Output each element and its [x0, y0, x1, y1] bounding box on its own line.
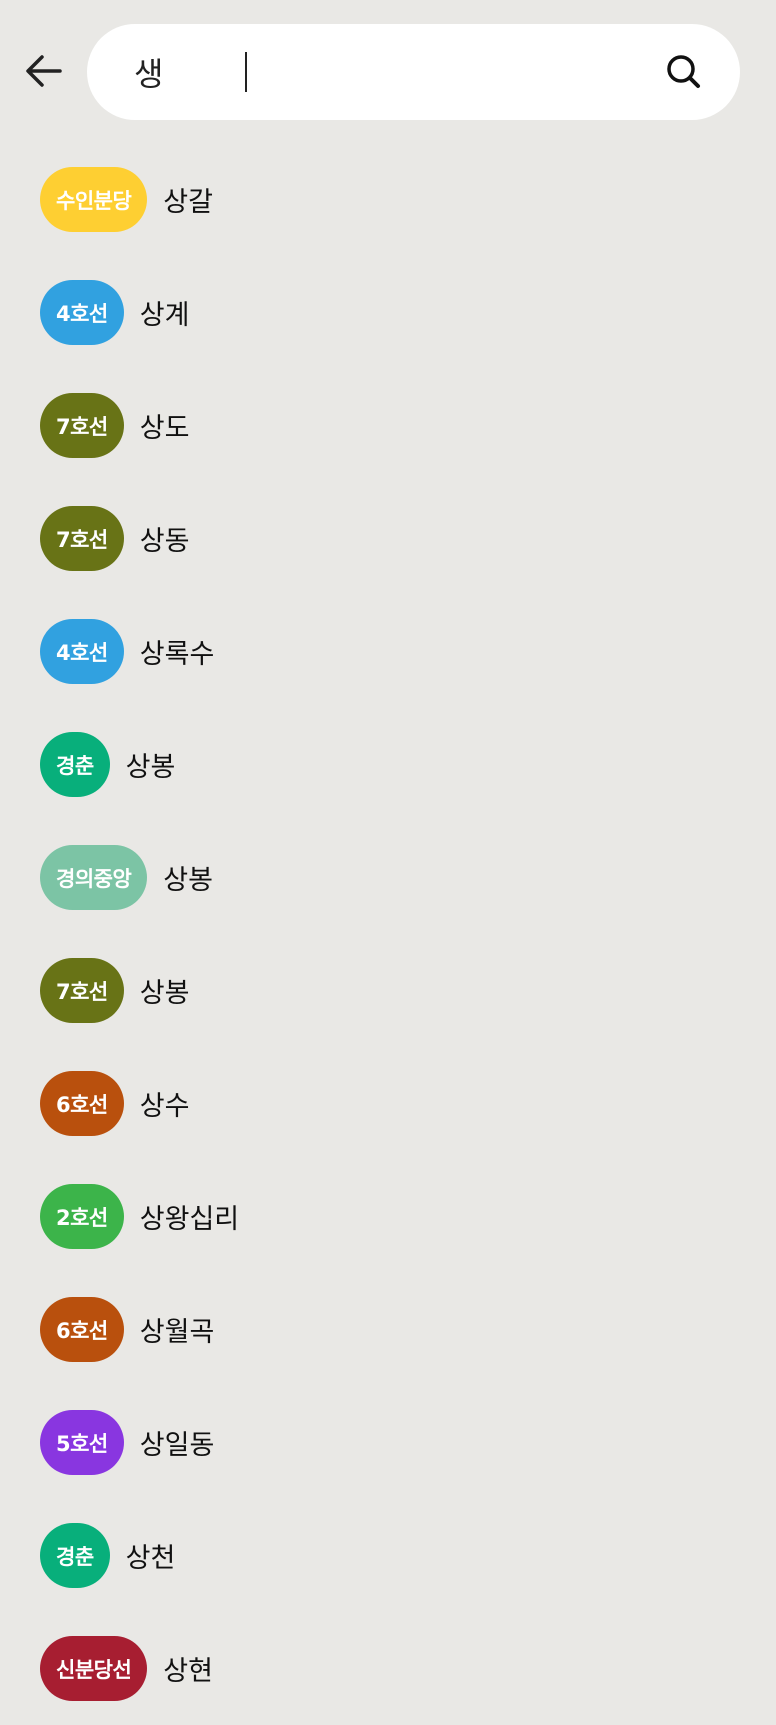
line-badge: 수인분당	[40, 167, 148, 232]
line-badge: 6호선	[40, 1071, 124, 1136]
station-name: 상현	[163, 1656, 213, 1687]
station-name: 상계	[139, 300, 190, 331]
station-result-item[interactable]: 수인분당 상갈	[0, 143, 776, 256]
station-result-item[interactable]: 4호선 상록수	[0, 595, 776, 708]
station-result-item[interactable]: 경춘 상봉	[0, 708, 776, 821]
line-badge: 7호선	[40, 393, 124, 458]
station-name: 상록수	[139, 639, 215, 670]
station-name: 상도	[139, 413, 190, 444]
search-header	[0, 0, 776, 130]
station-name: 상수	[139, 1091, 190, 1122]
station-result-item[interactable]: 신분당선 상현	[0, 1612, 776, 1725]
station-name: 상일동	[139, 1430, 215, 1461]
station-result-item[interactable]: 6호선 상수	[0, 1047, 776, 1160]
search-input[interactable]	[134, 44, 614, 100]
line-badge: 경춘	[40, 732, 110, 797]
station-result-item[interactable]: 7호선 상도	[0, 369, 776, 482]
station-name: 상천	[125, 1543, 176, 1574]
station-name: 상봉	[163, 865, 213, 896]
line-badge: 7호선	[40, 958, 124, 1023]
arrow-left-icon	[26, 55, 62, 87]
line-badge: 경의중앙	[40, 845, 148, 910]
line-badge: 5호선	[40, 1410, 124, 1475]
line-badge: 2호선	[40, 1184, 124, 1249]
station-result-item[interactable]: 7호선 상동	[0, 482, 776, 595]
station-result-item[interactable]: 4호선 상계	[0, 256, 776, 369]
station-result-item[interactable]: 2호선 상왕십리	[0, 1160, 776, 1273]
search-icon[interactable]	[664, 52, 704, 92]
station-result-item[interactable]: 경춘 상천	[0, 1499, 776, 1612]
search-box[interactable]	[87, 24, 740, 120]
line-badge: 신분당선	[40, 1636, 148, 1701]
back-button[interactable]	[20, 47, 68, 95]
station-result-item[interactable]: 경의중앙 상봉	[0, 821, 776, 934]
station-result-item[interactable]: 5호선 상일동	[0, 1386, 776, 1499]
station-name: 상봉	[125, 752, 176, 783]
station-name: 상월곡	[139, 1317, 215, 1348]
line-badge: 4호선	[40, 280, 124, 345]
line-badge: 7호선	[40, 506, 124, 571]
station-name: 상동	[139, 526, 190, 557]
station-result-item[interactable]: 6호선 상월곡	[0, 1273, 776, 1386]
line-badge: 6호선	[40, 1297, 124, 1362]
station-name: 상왕십리	[139, 1204, 240, 1235]
text-caret	[245, 52, 247, 92]
line-badge: 경춘	[40, 1523, 110, 1588]
station-name: 상봉	[139, 978, 190, 1009]
line-badge: 4호선	[40, 619, 124, 684]
station-name: 상갈	[163, 187, 213, 218]
station-result-item[interactable]: 7호선 상봉	[0, 934, 776, 1047]
